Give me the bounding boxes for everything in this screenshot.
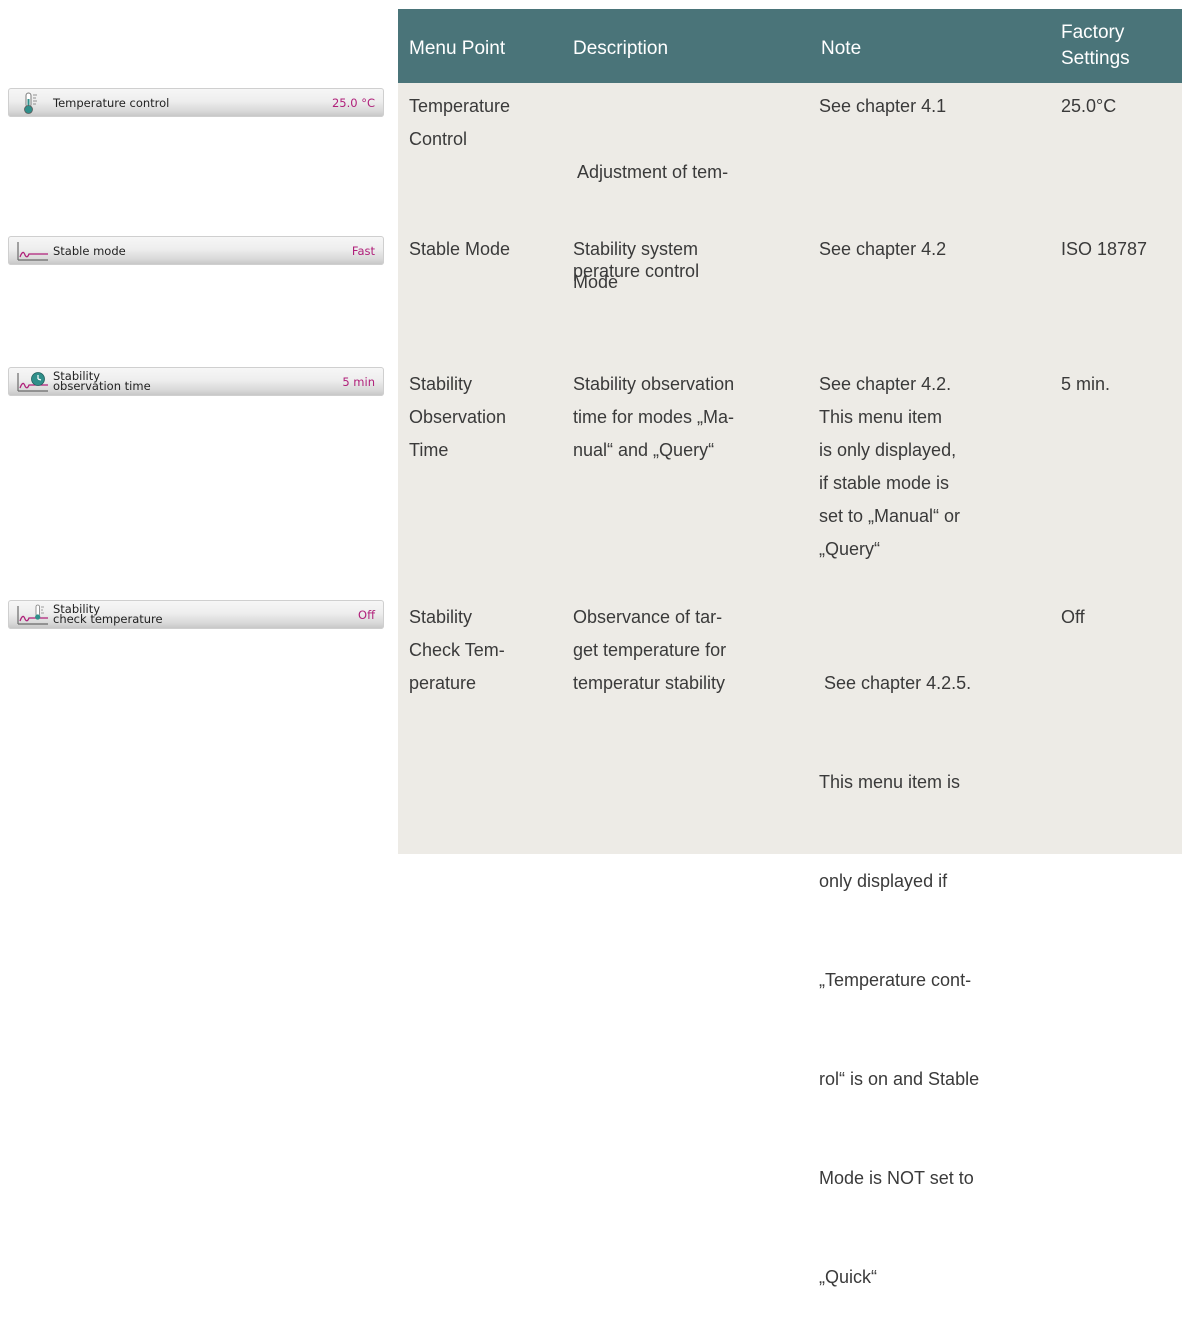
cell-line: only displayed if <box>819 871 948 891</box>
screen-row-value: 25.0 °C <box>331 96 375 110</box>
cell-line: nual“ and „Query“ <box>573 440 715 460</box>
thermometer-icon <box>24 92 37 114</box>
cell-line: Observation <box>409 407 507 427</box>
cell-line: perature <box>409 673 477 693</box>
row-check-temperature-factory: Off <box>1061 607 1085 627</box>
cell-line: Temperature <box>409 96 511 116</box>
row-observation-time-menu-point: Stability Observation Time <box>409 368 506 467</box>
header-note: Note <box>821 38 862 59</box>
cell-line: See chapter 4.2. <box>819 374 952 394</box>
row-observation-time-factory: 5 min. <box>1061 374 1111 394</box>
screen-row-label: Stability check temperature <box>53 603 163 626</box>
settings-table <box>398 9 1182 854</box>
cell-line: Stability system <box>573 239 699 259</box>
header-factory-line: Settings <box>1061 48 1130 69</box>
cell-line: Control <box>409 129 468 149</box>
stability-clock-icon <box>17 372 48 392</box>
header-menu-point: Menu Point <box>409 38 506 59</box>
row-check-temperature-menu-point: Stability Check Tem- perature <box>409 601 505 700</box>
row-temperature-note: See chapter 4.1 <box>819 90 946 123</box>
row-observation-time-description: Stability observation time for modes „Ma… <box>573 368 734 467</box>
screen-row-temperature-control[interactable]: Temperature control 25.0 °C <box>8 88 384 117</box>
cell-line: set to „Manual“ or <box>819 506 961 526</box>
cell-line: temperatur stability <box>573 673 726 693</box>
cell-line: „Quick“ <box>819 1267 877 1287</box>
cell-line: Mode is NOT set to <box>819 1168 974 1188</box>
header-description: Description <box>573 38 669 59</box>
cell-line: get temperature for <box>573 640 727 660</box>
header-factory-settings: Factory Settings <box>1061 20 1130 72</box>
cell-line: time for modes „Ma- <box>573 407 735 427</box>
cell-line: Mode <box>573 272 619 292</box>
row-stable-mode-factory: ISO 18787 <box>1061 239 1148 259</box>
cell-line: Stability observation <box>573 374 735 394</box>
stability-curve-icon <box>17 242 48 261</box>
screen-row-label: Stable mode <box>53 244 126 258</box>
row-temperature-menu-point: Temperature Control <box>409 90 510 156</box>
cell-line: See chapter 4.2 <box>819 239 947 259</box>
screen-row-observation-time[interactable]: Stability observation time 5 min <box>8 367 384 396</box>
cell-line: Adjustment of tem- <box>573 162 729 182</box>
row-observation-time-note: See chapter 4.2. This menu item is only … <box>819 368 960 566</box>
screen-row-label-line: observation time <box>53 379 151 393</box>
row-stable-mode-note: See chapter 4.2 <box>819 233 946 266</box>
row-stable-mode-description: Stability system Mode <box>573 233 698 299</box>
row-temperature-factory: 25.0°C <box>1061 96 1117 116</box>
cell-line: Time <box>409 440 449 460</box>
cell-line: if stable mode is <box>819 473 950 493</box>
cell-line: This menu item <box>819 407 943 427</box>
cell-line: See chapter 4.1 <box>819 96 947 116</box>
cell-line: Stable Mode <box>409 239 511 259</box>
screen-row-label: Stability observation time <box>53 370 151 393</box>
cell-line: Observance of tar- <box>573 607 723 627</box>
cell-line: See chapter 4.2.5. <box>819 673 972 693</box>
row-check-temperature-description: Observance of tar- get temperature for t… <box>573 601 726 700</box>
cell-line: Check Tem- <box>409 640 505 660</box>
screen-row-label: Temperature control <box>53 96 170 110</box>
cell-line: rol“ is on and Stable <box>819 1069 980 1089</box>
screen-row-value: Fast <box>351 244 375 258</box>
screen-row-label-line: check temperature <box>53 612 163 626</box>
stability-thermometer-icon <box>17 604 48 625</box>
row-check-temperature-note: See chapter 4.2.5. This menu item is onl… <box>819 601 979 1327</box>
screen-row-check-temperature[interactable]: Stability check temperature Off <box>8 600 384 629</box>
cell-line: Stability <box>409 374 473 394</box>
cell-line: This menu item is <box>819 772 961 792</box>
row-stable-mode-menu-point: Stable Mode <box>409 233 510 266</box>
cell-line: „Temperature cont- <box>819 970 972 990</box>
header-factory-line: Factory <box>1061 22 1125 43</box>
screen-row-stable-mode[interactable]: Stable mode Fast <box>8 236 384 265</box>
cell-line: is only displayed, <box>819 440 957 460</box>
screen-row-value: 5 min <box>342 375 375 389</box>
cell-line: Stability <box>409 607 473 627</box>
cell-line: „Query“ <box>819 539 881 559</box>
screen-row-value: Off <box>358 608 375 622</box>
